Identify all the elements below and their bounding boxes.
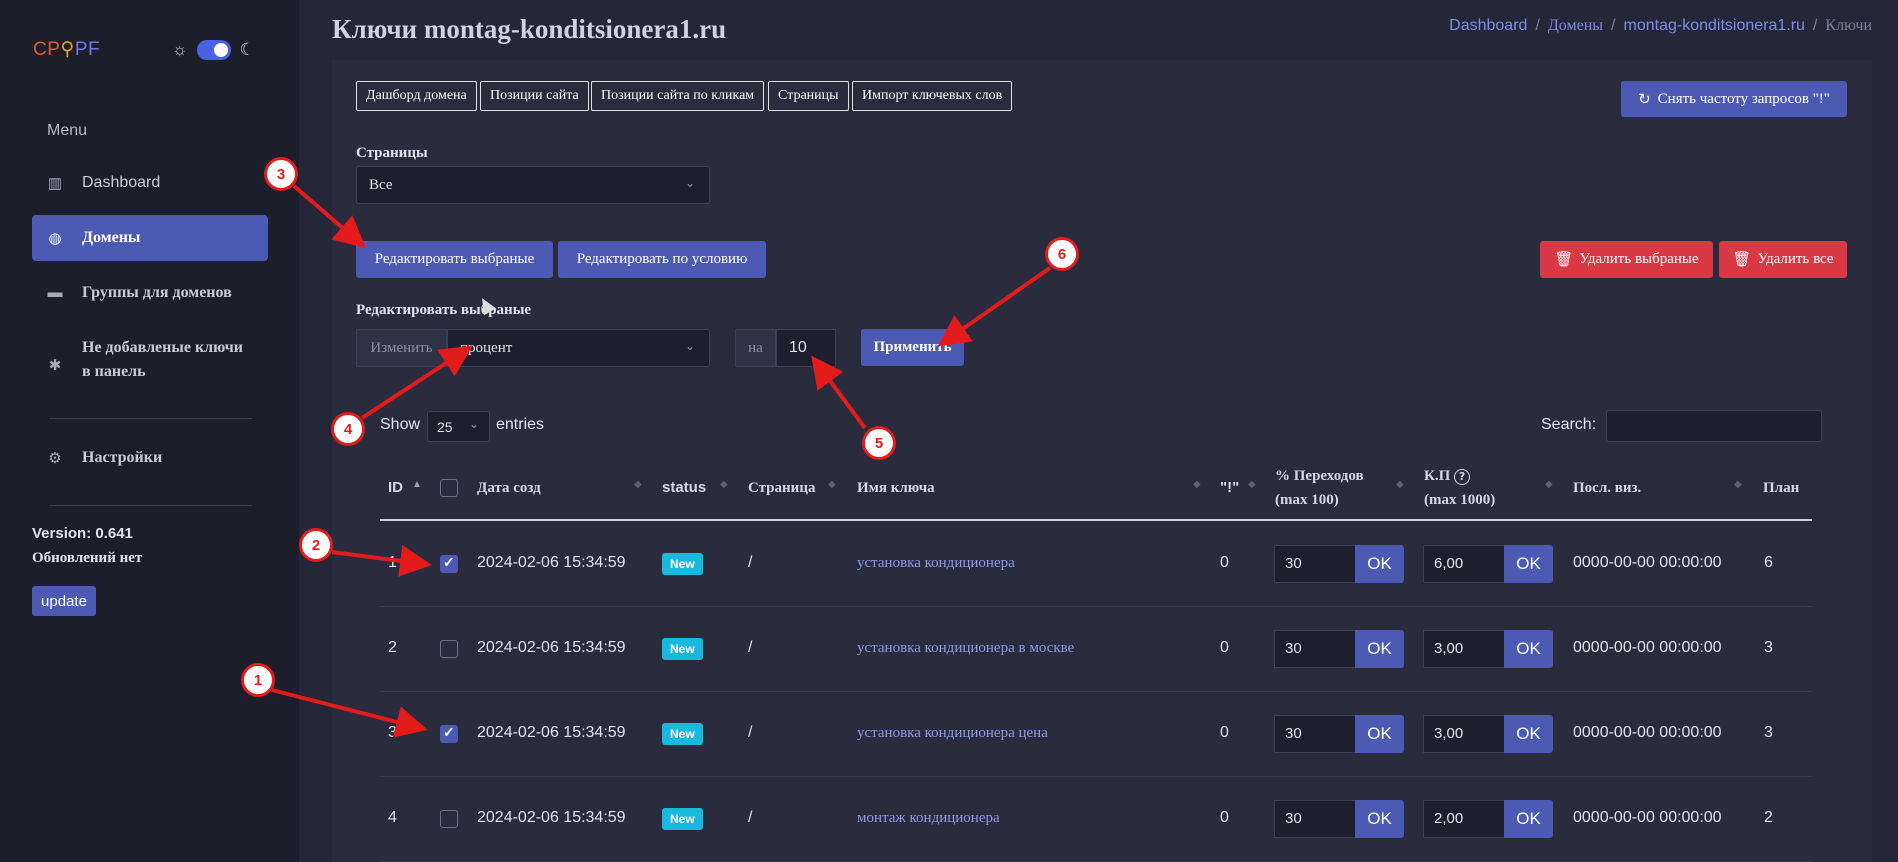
- arrow-1: [271, 688, 428, 738]
- annotation-marker-6: 6: [1045, 237, 1079, 271]
- annotation-marker-3: 3: [264, 157, 298, 191]
- arrow-3: [292, 184, 367, 249]
- arrow-4: [360, 345, 473, 420]
- arrow-6: [937, 266, 1052, 347]
- annotation-marker-4: 4: [331, 412, 365, 446]
- arrow-5: [811, 355, 867, 430]
- annotation-arrows: [271, 184, 1052, 738]
- annotation-marker-5: 5: [862, 426, 896, 460]
- annotation-marker-1: 1: [241, 663, 275, 697]
- annotation-marker-2: 2: [299, 528, 333, 562]
- arrow-2: [331, 545, 432, 577]
